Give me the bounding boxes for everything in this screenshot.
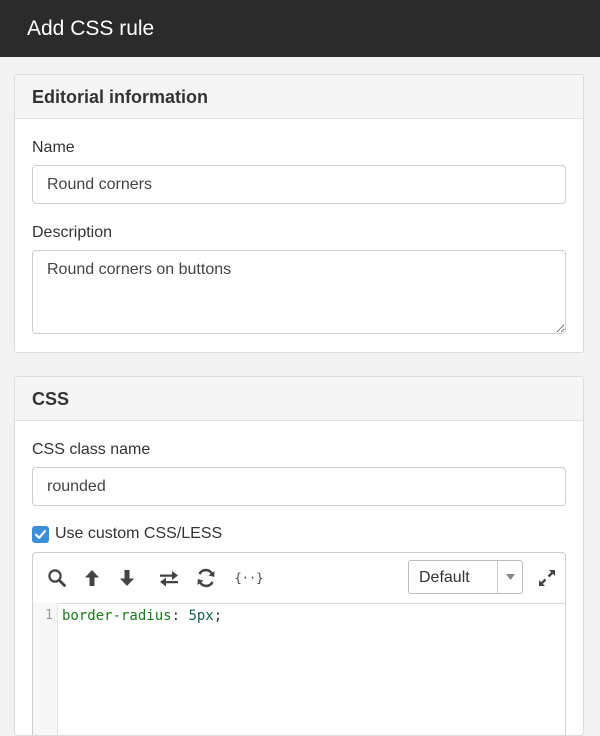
fullscreen-button[interactable] (535, 566, 559, 590)
editorial-panel: Editorial information Name Description R… (14, 74, 584, 353)
line-number: 1 (45, 608, 53, 623)
swap-button[interactable] (157, 566, 181, 590)
move-down-button[interactable] (115, 566, 139, 590)
code-line[interactable]: border-radius: 5px; (62, 608, 222, 624)
move-up-button[interactable] (80, 566, 104, 590)
custom-css-checkbox[interactable] (32, 525, 49, 543)
theme-select-value: Default (419, 569, 470, 586)
name-input[interactable] (32, 165, 566, 204)
css-heading: CSS (15, 377, 583, 421)
refresh-icon (197, 568, 215, 588)
braces-icon: {··} (234, 571, 264, 585)
chevron-down-icon (505, 574, 515, 580)
format-button[interactable]: {··} (234, 566, 264, 590)
css-class-input[interactable] (32, 467, 566, 506)
custom-css-label: Use custom CSS/LESS (55, 525, 223, 542)
arrow-up-icon (85, 570, 99, 586)
fullscreen-icon (539, 570, 555, 586)
css-class-label: CSS class name (32, 441, 151, 458)
name-label: Name (32, 139, 75, 156)
editorial-heading: Editorial information (15, 75, 583, 119)
code-value: 5px (188, 608, 214, 624)
refresh-button[interactable] (194, 566, 218, 590)
code-editor[interactable]: {··} Default 1 border-radius: 5px; (32, 552, 566, 735)
arrow-down-icon (120, 570, 134, 586)
theme-select[interactable]: Default (408, 560, 523, 594)
code-colon: : (171, 608, 181, 624)
search-button[interactable] (45, 566, 69, 590)
custom-css-toggle[interactable]: Use custom CSS/LESS (32, 525, 222, 543)
editor-toolbar: {··} Default (33, 553, 565, 604)
checkmark-icon (34, 529, 47, 539)
search-icon (48, 569, 66, 587)
css-panel: CSS CSS class name Use custom CSS/LESS (14, 376, 584, 736)
dialog-title: Add CSS rule (0, 0, 600, 57)
swap-icon (160, 571, 178, 587)
description-label: Description (32, 224, 113, 241)
description-textarea[interactable]: Round corners on buttons (32, 250, 566, 334)
code-semicolon: ; (213, 608, 223, 624)
select-arrow (497, 561, 522, 593)
code-property: border-radius (62, 608, 172, 624)
